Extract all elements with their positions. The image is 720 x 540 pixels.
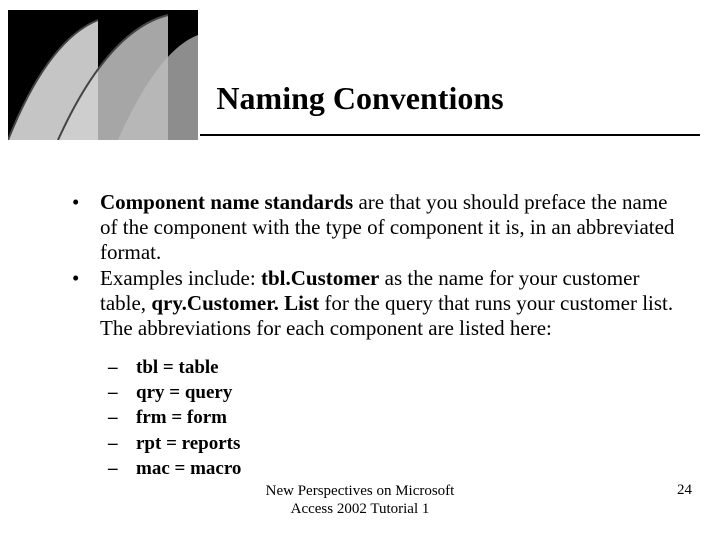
sub-item: –frm = form: [108, 407, 680, 429]
slide-title: Naming Conventions: [0, 80, 720, 117]
dash-marker: –: [108, 357, 136, 379]
bullet-item: •Examples include: tbl.Customer as the n…: [72, 266, 680, 340]
title-underline: [200, 134, 700, 136]
footer-line2: Access 2002 Tutorial 1: [0, 500, 720, 518]
sub-text: rpt = reports: [136, 433, 240, 455]
footer-text: New Perspectives on Microsoft Access 200…: [0, 482, 720, 518]
dash-marker: –: [108, 458, 136, 480]
bullet-text: Component name standards are that you sh…: [100, 190, 680, 264]
sub-item: –qry = query: [108, 382, 680, 404]
dash-marker: –: [108, 433, 136, 455]
sub-item: –mac = macro: [108, 458, 680, 480]
footer: New Perspectives on Microsoft Access 200…: [0, 482, 720, 522]
dash-marker: –: [108, 382, 136, 404]
slide: Naming Conventions •Component name stand…: [0, 0, 720, 540]
footer-line1: New Perspectives on Microsoft: [0, 482, 720, 500]
page-number: 24: [677, 482, 692, 499]
bullet-item: •Component name standards are that you s…: [72, 190, 680, 264]
dash-marker: –: [108, 407, 136, 429]
corner-image: [8, 10, 198, 140]
sub-text: frm = form: [136, 407, 227, 429]
sub-list: –tbl = table–qry = query–frm = form–rpt …: [108, 357, 680, 481]
bullet-marker: •: [72, 190, 100, 264]
sub-text: tbl = table: [136, 357, 219, 379]
sub-item: –rpt = reports: [108, 433, 680, 455]
body-content: •Component name standards are that you s…: [72, 190, 680, 484]
header: Naming Conventions: [0, 0, 720, 150]
sub-item: –tbl = table: [108, 357, 680, 379]
sub-text: qry = query: [136, 382, 232, 404]
bullet-text: Examples include: tbl.Customer as the na…: [100, 266, 680, 340]
bullet-marker: •: [72, 266, 100, 340]
sub-text: mac = macro: [136, 458, 241, 480]
